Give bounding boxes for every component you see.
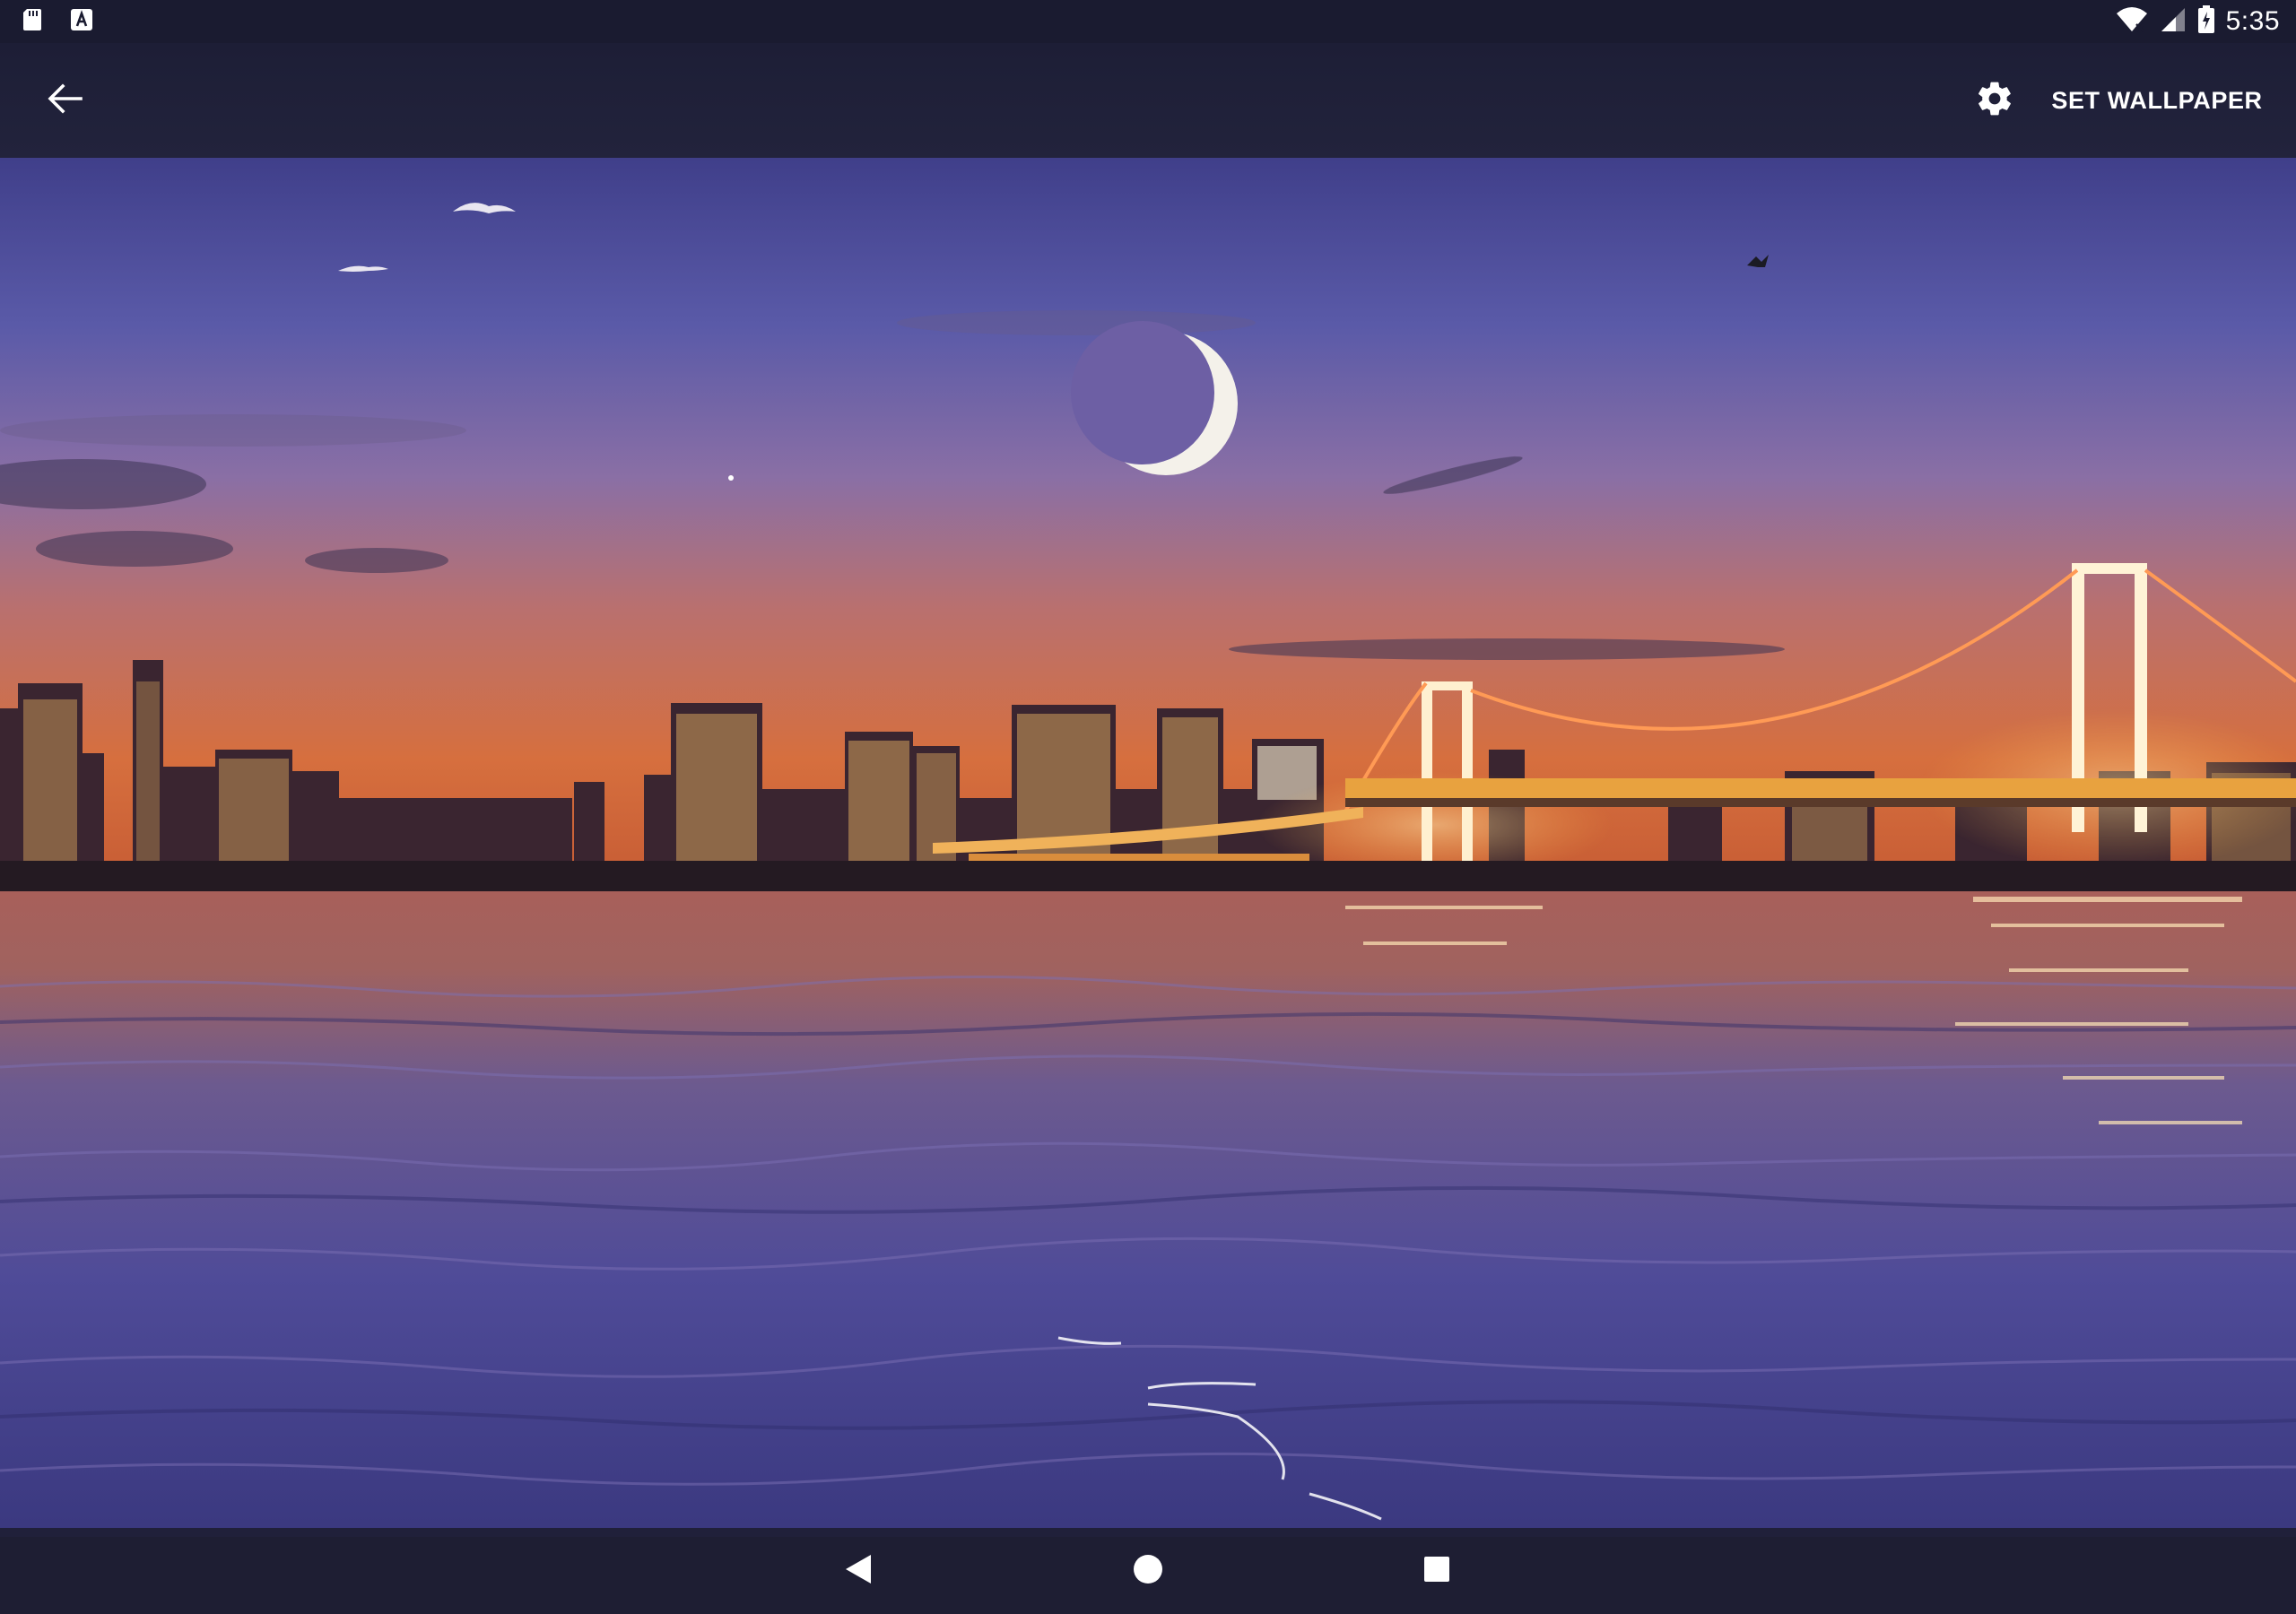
back-button[interactable] [32, 72, 97, 129]
nav-back-button[interactable] [814, 1540, 900, 1601]
nav-home-button[interactable] [1105, 1540, 1191, 1601]
nav-recents-button[interactable] [1394, 1540, 1480, 1601]
gear-icon [1975, 79, 2014, 123]
wallpaper-preview[interactable] [0, 0, 2296, 1614]
wifi-icon [2115, 6, 2149, 38]
sd-card-icon [22, 7, 43, 37]
nav-recents-icon [1422, 1555, 1451, 1588]
cell-signal-icon [2160, 6, 2187, 38]
status-time: 5:35 [2225, 6, 2280, 36]
status-notifications [22, 7, 93, 36]
nav-home-icon [1132, 1553, 1164, 1590]
nav-back-icon [842, 1553, 873, 1590]
app-notification-icon [70, 8, 93, 36]
status-bar: 5:35 [0, 0, 2296, 43]
set-wallpaper-button[interactable]: SET WALLPAPER [2041, 70, 2273, 131]
settings-button[interactable] [1959, 70, 2031, 131]
arrow-left-icon [47, 82, 83, 119]
battery-charging-icon [2197, 4, 2215, 39]
status-system: 5:35 [2115, 4, 2280, 39]
navigation-bar [0, 1528, 2296, 1614]
screen: 5:35 SET WALLPAPER [0, 0, 2296, 1614]
app-bar: SET WALLPAPER [0, 43, 2296, 158]
